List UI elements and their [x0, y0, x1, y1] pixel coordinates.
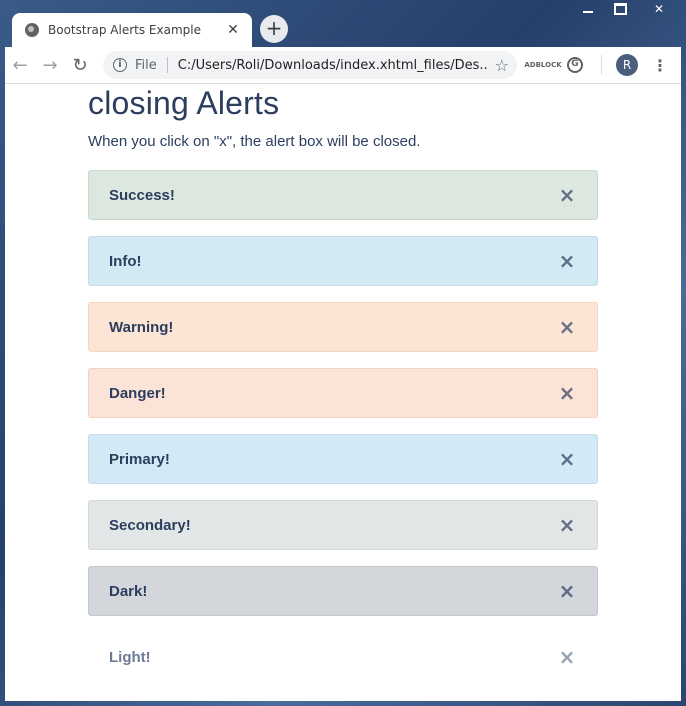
alert-primary: Primary! ×: [88, 434, 598, 484]
minimize-icon[interactable]: [572, 0, 604, 18]
browser-toolbar: ← → ↻ i File C:/Users/Roli/Downloads/ind…: [5, 47, 681, 83]
alert-label: Info!: [109, 252, 142, 270]
alert-close-icon[interactable]: ×: [557, 183, 577, 207]
adblock-extension-icon[interactable]: ADBLOCK: [524, 55, 561, 75]
alert-close-icon[interactable]: ×: [557, 513, 577, 537]
file-label: File: [135, 57, 157, 73]
reload-icon[interactable]: ↻: [65, 50, 95, 80]
globe-icon: [25, 23, 39, 37]
alert-danger: Danger! ×: [88, 368, 598, 418]
alert-label: Secondary!: [109, 516, 191, 534]
new-tab-button[interactable]: +: [260, 15, 288, 43]
back-arrow-icon[interactable]: ←: [5, 50, 35, 80]
page-description: When you click on "x", the alert box wil…: [88, 133, 421, 150]
maximize-icon[interactable]: [604, 0, 636, 18]
alert-label: Dark!: [109, 582, 148, 600]
url-text[interactable]: C:/Users/Roli/Downloads/index.xhtml_file…: [178, 58, 487, 73]
alert-dark: Dark! ×: [88, 566, 598, 616]
alert-close-icon[interactable]: ×: [557, 381, 577, 405]
alert-close-icon[interactable]: ×: [557, 447, 577, 471]
browser-tab[interactable]: Bootstrap Alerts Example ✕: [12, 13, 252, 47]
tab-title: Bootstrap Alerts Example: [48, 23, 201, 37]
alert-close-icon[interactable]: ×: [557, 579, 577, 603]
window-caption-buttons: ✕: [572, 0, 682, 20]
tab-close-icon[interactable]: ✕: [224, 22, 242, 38]
alert-label: Danger!: [109, 384, 166, 402]
forward-arrow-icon[interactable]: →: [35, 50, 65, 80]
alert-success: Success! ×: [88, 170, 598, 220]
address-bar[interactable]: i File C:/Users/Roli/Downloads/index.xht…: [103, 51, 517, 79]
window-close-icon[interactable]: ✕: [636, 0, 682, 18]
page-title: closing Alerts: [88, 85, 280, 121]
toolbar-divider: [601, 55, 602, 75]
alert-label: Primary!: [109, 450, 170, 468]
alert-secondary: Secondary! ×: [88, 500, 598, 550]
alert-light: Light! ×: [88, 632, 598, 682]
browser-menu-icon[interactable]: ⋮: [652, 56, 668, 75]
page-viewport: closing Alerts When you click on "x", th…: [5, 83, 681, 701]
alert-info: Info! ×: [88, 236, 598, 286]
bookmark-star-icon[interactable]: ☆: [495, 56, 509, 75]
omnibox-divider: [166, 57, 168, 73]
alert-label: Warning!: [109, 318, 174, 336]
alert-close-icon[interactable]: ×: [557, 645, 577, 669]
alert-label: Success!: [109, 186, 175, 204]
alert-close-icon[interactable]: ×: [557, 249, 577, 273]
profile-avatar[interactable]: R: [616, 54, 638, 76]
alert-warning: Warning! ×: [88, 302, 598, 352]
alert-close-icon[interactable]: ×: [557, 315, 577, 339]
grammarly-extension-icon[interactable]: G: [567, 57, 583, 73]
alert-label: Light!: [109, 648, 151, 666]
info-icon[interactable]: i: [113, 58, 127, 72]
